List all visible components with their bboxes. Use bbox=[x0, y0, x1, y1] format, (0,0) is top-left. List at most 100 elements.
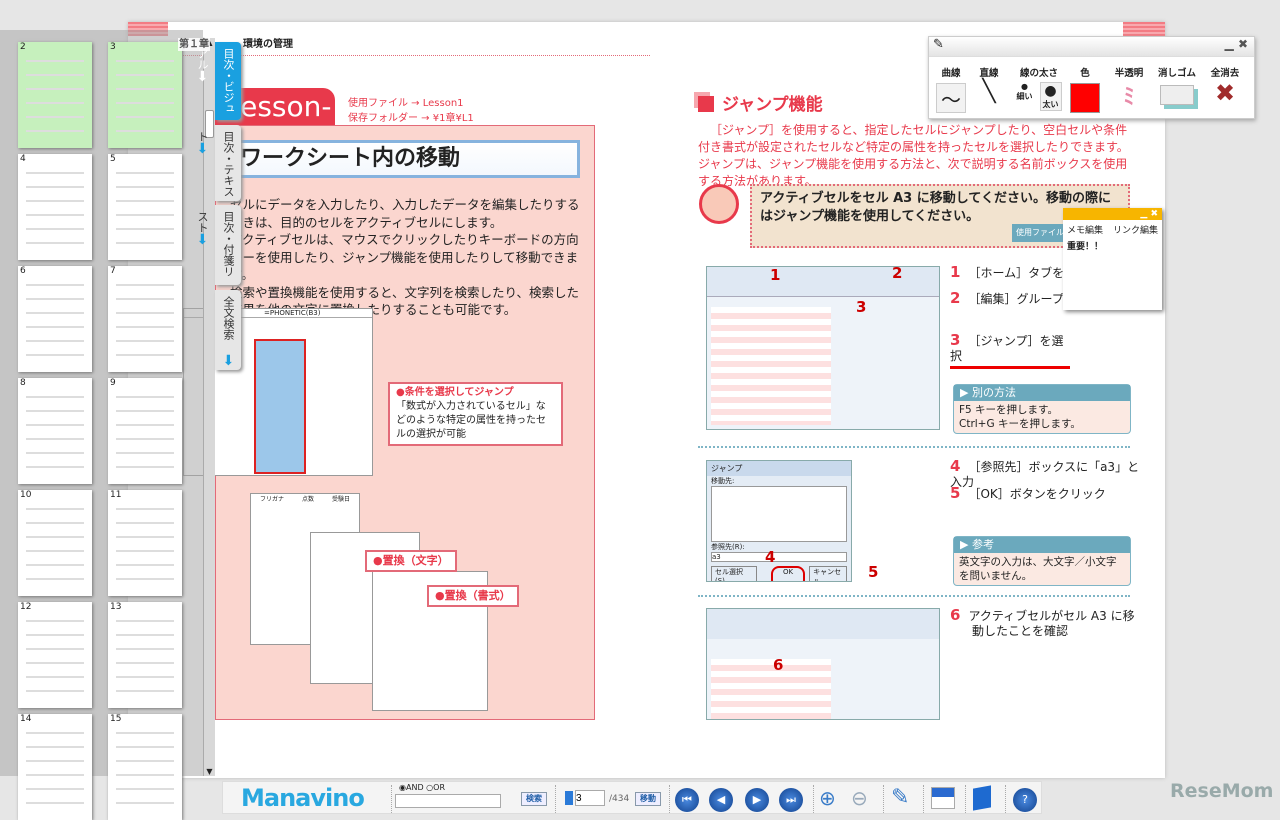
tool-curve[interactable]: 曲線〜 bbox=[931, 65, 971, 117]
tool-translucent[interactable]: 半透明ﾐ bbox=[1109, 65, 1149, 111]
thumbnail-page[interactable]: 7 bbox=[108, 266, 182, 372]
thumbnail-page-number: 7 bbox=[110, 266, 116, 276]
thumbnail-page[interactable]: 8 bbox=[18, 378, 92, 484]
pen-icon[interactable]: ✎ bbox=[891, 785, 909, 810]
thumbnail-page[interactable]: 6 bbox=[18, 266, 92, 372]
tab-fulltext-search[interactable]: 全文検索➡ bbox=[215, 290, 241, 370]
callout-jump: ●条件を選択してジャンプ 「数式が入力されているセル」などのような特定の属性を持っ… bbox=[388, 382, 563, 446]
thumbnail-page[interactable]: 12 bbox=[18, 602, 92, 708]
page-icon bbox=[565, 791, 573, 805]
help-icon[interactable]: ? bbox=[1013, 788, 1037, 812]
first-page-icon[interactable]: ⏮ bbox=[675, 788, 699, 812]
arrow-right-icon: ➡ bbox=[194, 233, 210, 245]
manavino-logo: Manavino bbox=[241, 784, 365, 812]
thumbnail-page-number: 3 bbox=[110, 42, 116, 52]
arrow-right-icon: ➡ bbox=[194, 142, 210, 154]
thumbnail-page[interactable]: 15 bbox=[108, 714, 182, 820]
excel-screenshot bbox=[706, 266, 940, 430]
thumbnail-page[interactable]: 13 bbox=[108, 602, 182, 708]
tab-toc-visual[interactable]: 目次・ビジュアル➡ bbox=[194, 42, 241, 120]
section-heading: ジャンプ機能 bbox=[698, 90, 823, 115]
jump-dialog-image: ジャンプ 移動先: 参照先(R): a3 セル選択(S)... OK キャンセル bbox=[706, 460, 852, 582]
thumbnail-page-number: 12 bbox=[20, 602, 32, 612]
thumbnail-page-number: 4 bbox=[20, 154, 26, 164]
tool-line[interactable]: 直線 ╲ bbox=[969, 65, 1009, 104]
bottom-toolbar: Manavino ◉AND ○OR 検索 /434 移動 ⏮ ◀ ▶ ⏭ ⊕ ⊖… bbox=[222, 781, 1042, 814]
step-6: 6 アクティブセルがセル A3 に移動したことを確認 bbox=[950, 606, 1135, 639]
lesson-title: ワークシート内の移動 bbox=[225, 140, 580, 178]
file-info: 使用ファイル → Lesson1 保存フォルダー → ¥1章¥L1 bbox=[348, 98, 474, 124]
go-button[interactable]: 移動 bbox=[635, 792, 661, 806]
thumbnail-page-number: 11 bbox=[110, 490, 122, 500]
memo-text: 重要！！ bbox=[1067, 242, 1104, 252]
highlighter-icon: ﾐ bbox=[1123, 85, 1135, 110]
scroll-down-icon[interactable]: ▼ bbox=[204, 767, 215, 776]
thumbnail-page-number: 15 bbox=[110, 714, 122, 724]
sticky-memo[interactable]: ▁ ✖ メモ編集 リンク編集 重要！！ bbox=[1063, 208, 1162, 310]
chapter-number: 第１章 bbox=[178, 38, 210, 51]
prev-page-icon[interactable]: ◀ bbox=[709, 788, 733, 812]
callout-replace-text: ●置換（文字） bbox=[365, 550, 457, 572]
callout-replace-format: ●置換（書式） bbox=[427, 585, 519, 607]
close-icon[interactable]: ✖ bbox=[1150, 209, 1158, 219]
search-input[interactable] bbox=[395, 794, 501, 808]
next-page-icon[interactable]: ▶ bbox=[745, 788, 769, 812]
avatar bbox=[699, 184, 739, 224]
page-total: /434 bbox=[609, 794, 630, 804]
page-input[interactable] bbox=[575, 790, 605, 806]
zoom-in-icon[interactable]: ⊕ bbox=[819, 786, 836, 810]
thumbnail-page[interactable]: 9 bbox=[108, 378, 182, 484]
tool-thickness[interactable]: 線の太さ ● 細い ● 太い bbox=[1013, 65, 1065, 111]
minimize-icon[interactable]: ▁ bbox=[1225, 37, 1234, 51]
thumbnail-page[interactable]: 11 bbox=[108, 490, 182, 596]
resemom-watermark: ReseMom bbox=[1170, 780, 1274, 802]
search-button[interactable]: 検索 bbox=[521, 792, 547, 806]
color-swatch bbox=[1070, 83, 1100, 113]
thumbnail-page-number: 5 bbox=[110, 154, 116, 164]
thumbnail-page-number: 2 bbox=[20, 42, 26, 52]
arrow-right-icon: ➡ bbox=[220, 354, 236, 366]
step-3: 3 ［ジャンプ］を選択 bbox=[950, 333, 1070, 369]
thumbnail-page[interactable]: 14 bbox=[18, 714, 92, 820]
thumbnail-page-number: 10 bbox=[20, 490, 32, 500]
bookmark-icon[interactable] bbox=[973, 785, 991, 811]
and-radio[interactable]: ◉ bbox=[399, 783, 406, 792]
thumbnail-page-number: 8 bbox=[20, 378, 26, 388]
memo-edit-link[interactable]: メモ編集 bbox=[1067, 223, 1103, 236]
pencil-icon: ✎ bbox=[933, 37, 944, 52]
clear-x-icon: ✖ bbox=[1214, 79, 1236, 107]
tab-sticky-list[interactable]: 目次・付箋リスト➡ bbox=[194, 205, 241, 285]
thumbnail-page-number: 9 bbox=[110, 378, 116, 388]
section-intro: ［ジャンプ］を使用すると、指定したセルにジャンプしたり、空白セルや条件付き書式が… bbox=[698, 123, 1129, 188]
step-5: 5 ［OK］ボタンをクリック bbox=[950, 484, 1106, 502]
tool-clear-all[interactable]: 全消去 ✖ bbox=[1205, 65, 1245, 107]
thumbnail-page[interactable]: 5 bbox=[108, 154, 182, 260]
tab-toc-text[interactable]: 目次・テキスト➡ bbox=[194, 125, 241, 201]
drawing-palette: ✎ ▁ ✖ 曲線〜 直線 ╲ 線の太さ ● 細い ● 太い 色 半透明ﾐ 消しゴム 全消去 ✖ bbox=[928, 36, 1255, 119]
link-edit-link[interactable]: リンク編集 bbox=[1113, 223, 1158, 236]
last-page-icon[interactable]: ⏭ bbox=[779, 788, 803, 812]
arrow-right-icon: ➡ bbox=[194, 70, 210, 82]
lesson-body: セルにデータを入力したり、入力したデータを編集したりするときは、目的のセルをアク… bbox=[230, 197, 580, 317]
tool-color[interactable]: 色 bbox=[1065, 65, 1105, 117]
thick-button[interactable]: ● 太い bbox=[1039, 82, 1062, 111]
thumbnail-page[interactable]: 4 bbox=[18, 154, 92, 260]
zoom-out-icon[interactable]: ⊖ bbox=[851, 786, 868, 810]
line-icon: ╲ bbox=[982, 79, 996, 104]
search-mode: ◉AND ○OR bbox=[399, 783, 445, 792]
thumbnail-page[interactable]: 3 bbox=[108, 42, 182, 148]
close-icon[interactable]: ✖ bbox=[1238, 37, 1248, 51]
tool-eraser[interactable]: 消しゴム bbox=[1157, 65, 1197, 111]
divider bbox=[178, 55, 650, 56]
minimize-icon[interactable]: ▁ bbox=[1140, 209, 1147, 219]
thin-button[interactable]: ● 細い bbox=[1017, 82, 1033, 111]
divider bbox=[698, 446, 1130, 448]
thumbnail-page[interactable]: 10 bbox=[18, 490, 92, 596]
alt-method-note: ▶ 別の方法 F5 キーを押します。 Ctrl+G キーを押します。 bbox=[953, 384, 1131, 434]
divider bbox=[698, 595, 1130, 597]
thumbnail-page[interactable]: 2 bbox=[18, 42, 92, 148]
chapter-title: 環境の管理 bbox=[243, 39, 293, 50]
thumbnail-page-number: 14 bbox=[20, 714, 32, 724]
memo-panel-icon[interactable] bbox=[931, 787, 955, 809]
reference-note: ▶ 参考 英文字の入力は、大文字／小文字を問いません。 bbox=[953, 536, 1131, 586]
